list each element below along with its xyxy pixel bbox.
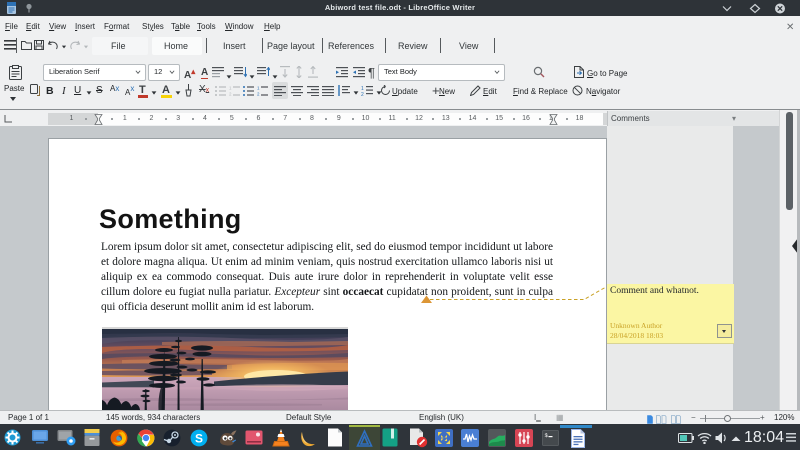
svg-text:2: 2	[361, 92, 364, 96]
svg-text:S: S	[195, 431, 203, 445]
svg-text:2: 2	[229, 92, 232, 97]
svg-text:1: 1	[257, 86, 260, 91]
svg-text:2: 2	[257, 92, 260, 97]
svg-text:1: 1	[229, 86, 232, 91]
